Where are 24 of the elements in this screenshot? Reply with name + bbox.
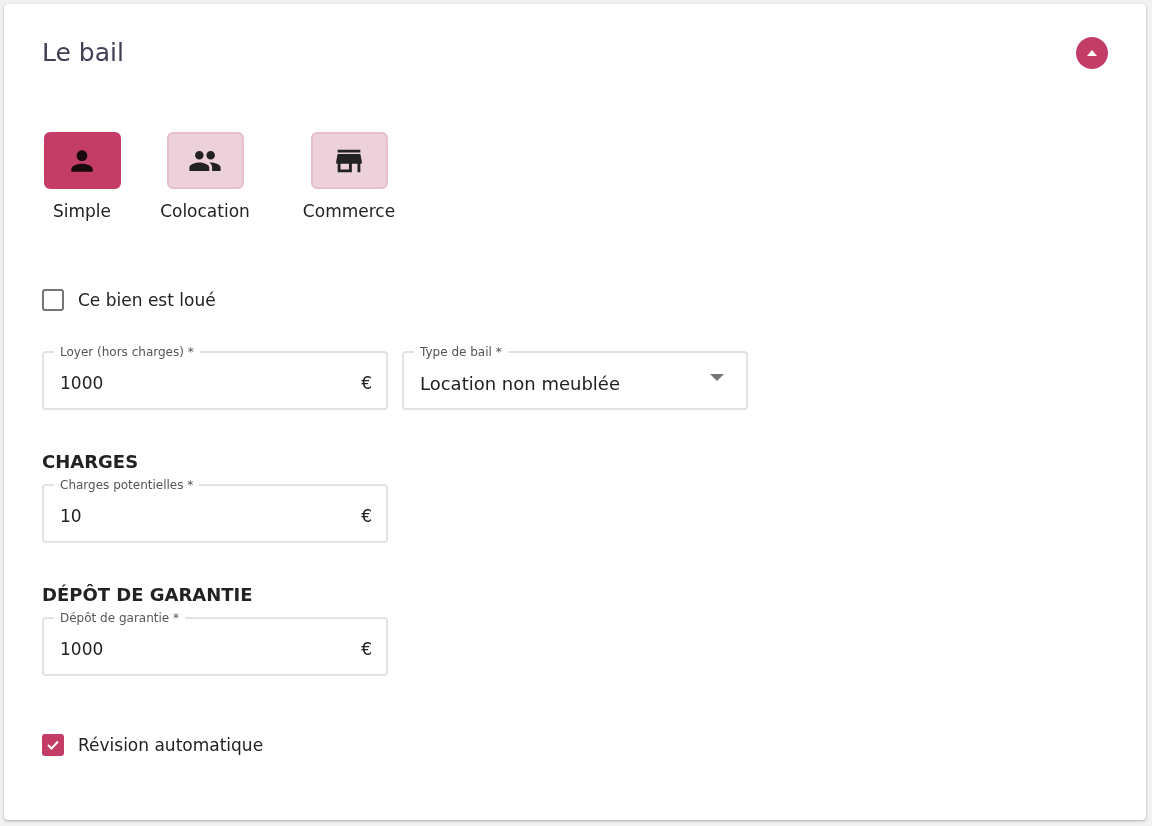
- floating-label: Type de bail *: [419, 345, 503, 359]
- floating-label: Loyer (hors charges) *: [59, 345, 195, 359]
- lease-type-button[interactable]: [43, 132, 121, 189]
- floating-label: Charges potentielles *: [59, 478, 195, 492]
- rent-input-field[interactable]: Loyer (hors charges) * 1000 €: [42, 345, 388, 410]
- collapse-button[interactable]: [1076, 37, 1108, 69]
- checkbox-label: Ce bien est loué: [78, 290, 216, 310]
- lease-type-label: Commerce: [302, 201, 396, 221]
- caret-icon: [1086, 49, 1098, 57]
- subsection-heading: CHARGES: [42, 450, 140, 474]
- lease-type-button[interactable]: [166, 132, 244, 189]
- subsection-heading: DÉPÔT DE GARANTIE: [42, 583, 254, 607]
- checkbox[interactable]: [42, 734, 64, 756]
- amount-input-field[interactable]: Charges potentielles * 10 €: [42, 478, 388, 543]
- section-title: Le bail: [42, 37, 124, 69]
- lease-type-button[interactable]: [310, 132, 388, 189]
- lease-type-dropdown[interactable]: Type de bail * Location non meublée: [402, 345, 748, 410]
- amount-input-field[interactable]: Dépôt de garantie * 1000 €: [42, 611, 388, 676]
- lease-type-label: Simple: [52, 201, 112, 221]
- checkbox[interactable]: [42, 289, 64, 311]
- floating-label: Dépôt de garantie *: [59, 611, 180, 625]
- checkbox-label: Révision automatique: [78, 735, 264, 755]
- dropdown-arrow-icon: [710, 374, 724, 382]
- lease-type-label: Colocation: [160, 201, 250, 221]
